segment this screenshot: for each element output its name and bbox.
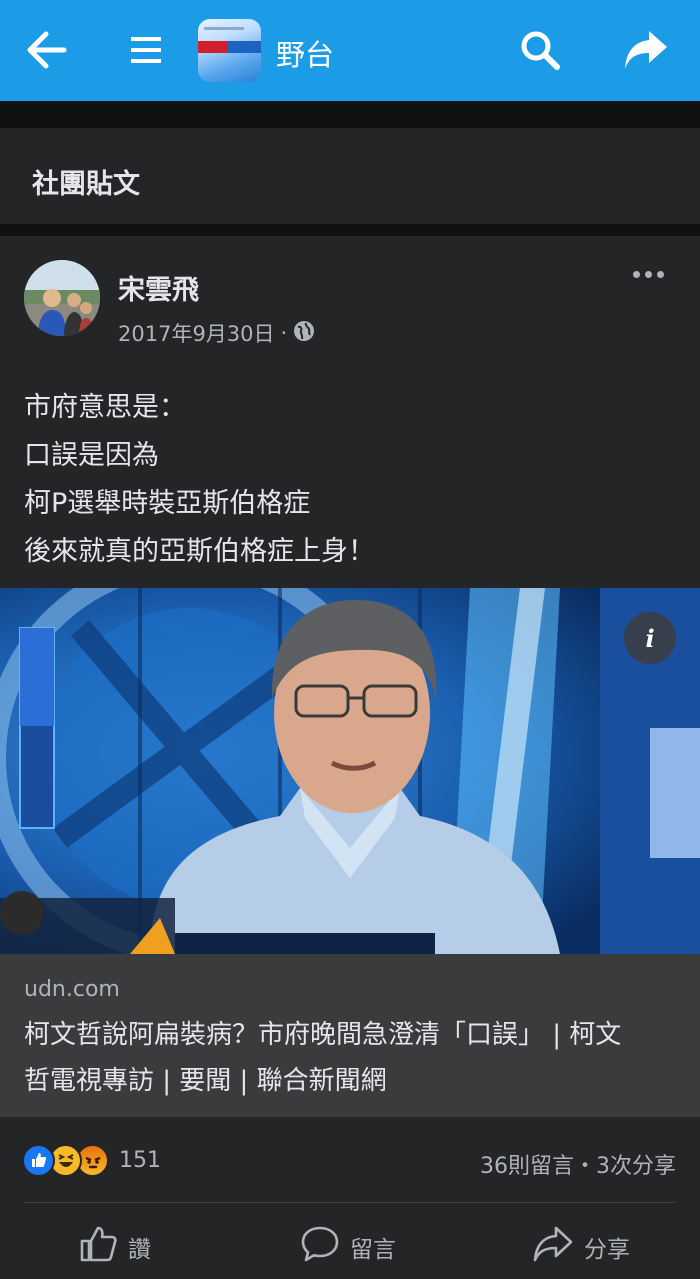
reaction-summary[interactable]: 151 xyxy=(22,1142,161,1178)
share-icon xyxy=(532,1224,574,1270)
comment-button[interactable]: 留言 xyxy=(300,1224,396,1270)
more-options-icon[interactable] xyxy=(626,262,670,286)
group-name[interactable]: 野台 xyxy=(276,32,334,74)
divider xyxy=(24,1202,676,1203)
search-icon[interactable] xyxy=(512,22,568,78)
comment-icon xyxy=(300,1224,340,1270)
reaction-count: 151 xyxy=(119,1147,161,1173)
post-text-line: 後來就真的亞斯伯格症上身！ xyxy=(24,536,375,567)
thumbs-up-icon xyxy=(78,1224,118,1270)
like-reaction-icon xyxy=(22,1143,55,1177)
post-text: 市府意思是： 口誤是因為 柯P選舉時裝亞斯伯格症 後來就真的亞斯伯格症上身！ xyxy=(24,384,674,576)
post-text-line: 柯P選舉時裝亞斯伯格症 xyxy=(24,488,311,519)
comment-label: 留言 xyxy=(350,1237,396,1263)
meta-separator: · xyxy=(280,321,288,345)
post-date[interactable]: 2017年9月30日 xyxy=(118,318,275,348)
post-author[interactable]: 宋雲飛 xyxy=(118,268,199,307)
link-title-line: 哲電視專訪 | 要聞 | 聯合新聞網 xyxy=(24,1066,387,1096)
like-label: 讚 xyxy=(128,1237,151,1263)
back-arrow-icon[interactable] xyxy=(18,22,74,78)
feed-gap xyxy=(0,224,700,236)
comment-share-stats[interactable]: 36則留言・3次分享 xyxy=(480,1148,676,1180)
link-title-line: 柯文哲說阿扁裝病？市府晚間急澄清「口誤」 | 柯文 xyxy=(24,1020,622,1050)
feed-gap xyxy=(0,101,700,128)
share-label: 分享 xyxy=(584,1237,630,1263)
top-app-bar: 野台 xyxy=(0,0,700,101)
link-title[interactable]: 柯文哲說阿扁裝病？市府晚間急澄清「口誤」 | 柯文 哲電視專訪 | 要聞 | 聯… xyxy=(24,1012,674,1104)
group-cover-thumbnail[interactable] xyxy=(198,19,261,82)
share-arrow-icon[interactable] xyxy=(618,22,674,78)
link-preview-image[interactable] xyxy=(0,588,700,954)
link-domain: udn.com xyxy=(24,977,120,1002)
menu-icon[interactable] xyxy=(118,22,174,78)
share-button[interactable]: 分享 xyxy=(532,1224,630,1270)
info-icon[interactable]: i xyxy=(624,612,676,664)
post-meta: 2017年9月30日 · xyxy=(118,318,315,348)
globe-icon xyxy=(293,320,315,347)
post-text-line: 口誤是因為 xyxy=(24,440,159,471)
like-button[interactable]: 讚 xyxy=(78,1224,151,1270)
avatar[interactable] xyxy=(24,260,100,336)
post-text-line: 市府意思是： xyxy=(24,392,186,423)
section-title: 社團貼文 xyxy=(32,169,140,200)
